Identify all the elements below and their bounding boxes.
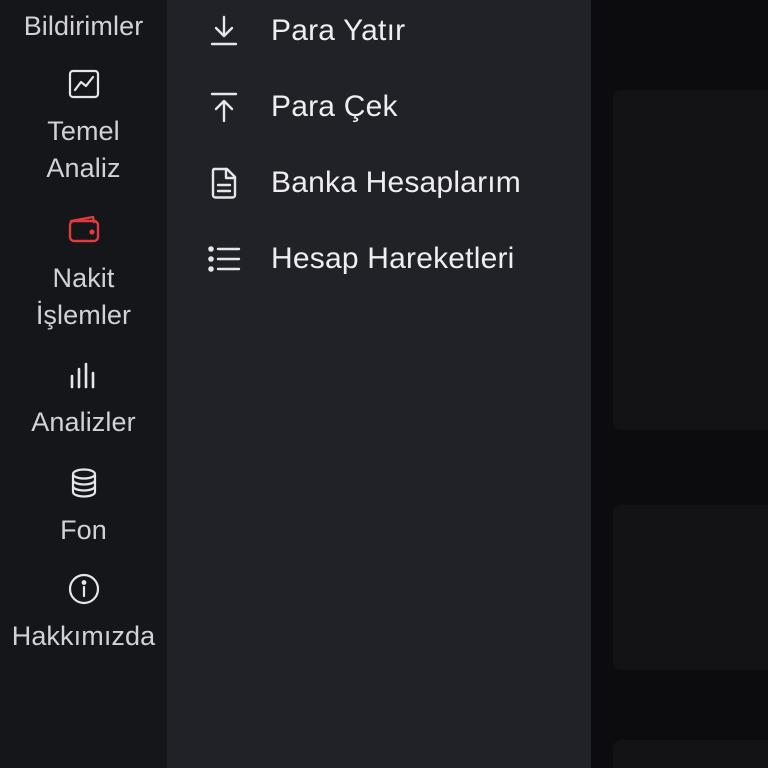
sidebar-item-hakkimizda[interactable]: Hakkımızda bbox=[0, 572, 167, 655]
menu-item-label: Hesap Hareketleri bbox=[271, 242, 515, 275]
menu-item-banka-hesaplarim[interactable]: Banka Hesaplarım bbox=[167, 153, 591, 213]
sidebar-item-analizler[interactable]: Analizler bbox=[0, 358, 167, 441]
menu-item-label: Para Çek bbox=[271, 90, 398, 123]
list-icon bbox=[205, 240, 243, 278]
background-content-overlay[interactable] bbox=[591, 0, 768, 768]
menu-item-para-yatir[interactable]: Para Yatır bbox=[167, 1, 591, 61]
sidebar-item-label: Fon bbox=[60, 515, 107, 545]
sidebar-item-label: Hakkımızda bbox=[11, 621, 156, 651]
sidebar-item-label: İşlemler bbox=[35, 300, 132, 330]
info-icon bbox=[67, 572, 101, 606]
sidebar-item-nakit-islemler[interactable]: Nakit İşlemler bbox=[0, 212, 167, 334]
upload-icon bbox=[205, 88, 243, 126]
menu-item-hesap-hareketleri[interactable]: Hesap Hareketleri bbox=[167, 229, 591, 289]
download-icon bbox=[205, 12, 243, 50]
database-icon bbox=[67, 466, 101, 500]
sidebar-item-label: Nakit bbox=[52, 263, 115, 293]
sidebar-item-temel-analiz[interactable]: Temel Analiz bbox=[0, 67, 167, 187]
menu-item-para-cek[interactable]: Para Çek bbox=[167, 77, 591, 137]
sidebar: Bildirimler Temel Analiz Nakit İşlemler bbox=[0, 0, 167, 768]
background-card bbox=[613, 740, 768, 768]
document-icon bbox=[205, 164, 243, 202]
sidebar-item-bildirimler[interactable]: Bildirimler bbox=[0, 8, 167, 45]
sidebar-item-label: Temel bbox=[47, 116, 120, 146]
wallet-icon bbox=[67, 212, 101, 246]
background-card bbox=[613, 90, 768, 430]
cash-operations-menu: Para Yatır Para Çek Banka Hesaplarım Hes… bbox=[167, 0, 591, 768]
sidebar-item-fon[interactable]: Fon bbox=[0, 466, 167, 549]
sidebar-item-label: Analizler bbox=[31, 407, 136, 437]
chart-line-icon bbox=[67, 67, 101, 101]
sidebar-item-label: Bildirimler bbox=[23, 11, 144, 41]
sidebar-item-label: Analiz bbox=[46, 153, 121, 183]
background-card bbox=[613, 505, 768, 670]
menu-item-label: Banka Hesaplarım bbox=[271, 166, 521, 199]
bar-chart-icon bbox=[67, 358, 101, 392]
menu-item-label: Para Yatır bbox=[271, 14, 406, 47]
